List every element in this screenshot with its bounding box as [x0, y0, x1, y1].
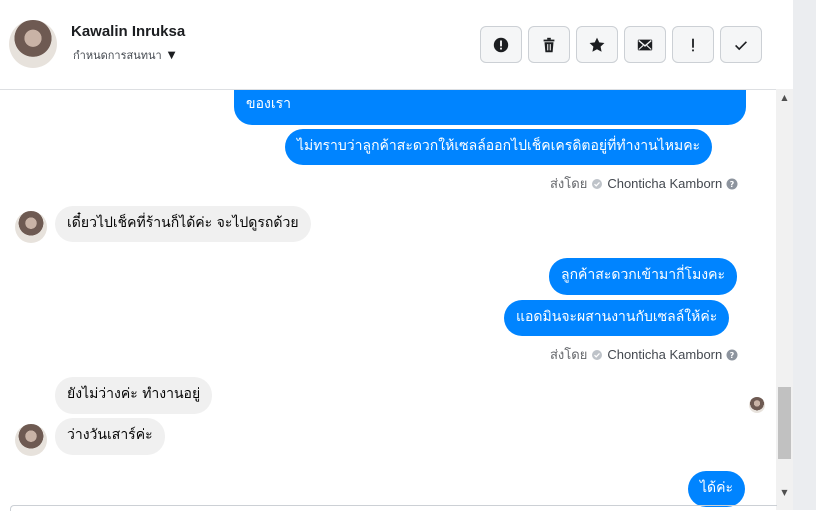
help-icon[interactable]: ? — [726, 178, 738, 190]
message-thread[interactable]: ของเรา ไม่ทราบว่าลูกค้าสะดวกให้เซลล์ออกไ… — [0, 90, 776, 510]
conversation-schedule-dropdown[interactable]: กำหนดการสนทนา ▼ — [73, 46, 175, 64]
mark-done-button[interactable] — [720, 26, 762, 63]
exclamation-icon — [692, 38, 694, 51]
mark-unread-button[interactable] — [624, 26, 666, 63]
contact-name[interactable]: Kawalin Inruksa — [71, 23, 185, 40]
star-icon — [589, 37, 605, 52]
caret-down-icon: ▼ — [167, 49, 176, 61]
conversation-schedule-label: กำหนดการสนทนา — [73, 49, 162, 62]
contact-avatar-small[interactable] — [15, 211, 47, 243]
composer-edge — [10, 505, 777, 511]
report-button[interactable] — [480, 26, 522, 63]
svg-text:?: ? — [730, 351, 735, 360]
sent-by-label: ส่งโดย Chonticha Kamborn ? — [550, 344, 738, 365]
svg-text:?: ? — [730, 180, 735, 189]
outgoing-message[interactable]: ของเรา — [234, 90, 746, 125]
outgoing-message[interactable]: ไม่ทราบว่าลูกค้าสะดวกให้เซลล์ออกไปเช็คเค… — [285, 129, 713, 165]
contact-avatar-small[interactable] — [15, 424, 47, 456]
scroll-thumb[interactable] — [778, 387, 791, 459]
sent-by-prefix: ส่งโดย — [550, 176, 588, 191]
scroll-up-arrow-icon[interactable]: ▲ — [776, 89, 793, 106]
star-button[interactable] — [576, 26, 618, 63]
conversation-header: Kawalin Inruksa กำหนดการสนทนา ▼ — [0, 0, 776, 90]
follow-up-button[interactable] — [672, 26, 714, 63]
outgoing-message[interactable]: ลูกค้าสะดวกเข้ามากี่โมงคะ — [549, 258, 738, 295]
incoming-message[interactable]: ว่างวันเสาร์ค่ะ — [55, 418, 165, 455]
seen-indicator-avatar — [749, 397, 765, 413]
trash-icon — [543, 37, 555, 52]
outgoing-message[interactable]: แอดมินจะผสานงานกับเซลล์ให้ค่ะ — [504, 300, 730, 336]
outgoing-message[interactable]: ได้ค่ะ — [688, 471, 746, 507]
envelope-icon — [637, 39, 653, 50]
sent-by-prefix: ส่งโดย — [550, 347, 588, 362]
help-icon[interactable]: ? — [726, 349, 738, 361]
side-panel-edge — [793, 0, 816, 510]
thread-scrollbar[interactable]: ▲ ▼ — [776, 89, 793, 510]
verified-icon — [592, 349, 603, 360]
header-action-bar — [480, 26, 762, 63]
agent-name[interactable]: Chonticha Kamborn — [607, 347, 722, 362]
report-icon — [493, 37, 509, 52]
incoming-message[interactable]: เดี๋ยวไปเช็คที่ร้านก็ได้ค่ะ จะไปดูรถด้วย — [55, 206, 311, 242]
incoming-message[interactable]: ยังไม่ว่างค่ะ ทำงานอยู่ — [55, 377, 213, 414]
verified-icon — [592, 178, 603, 189]
scroll-down-arrow-icon[interactable]: ▼ — [776, 484, 793, 501]
agent-name[interactable]: Chonticha Kamborn — [607, 176, 722, 191]
contact-avatar[interactable] — [9, 20, 57, 68]
check-icon — [735, 40, 747, 50]
delete-button[interactable] — [528, 26, 570, 63]
sent-by-label: ส่งโดย Chonticha Kamborn ? — [550, 173, 738, 194]
